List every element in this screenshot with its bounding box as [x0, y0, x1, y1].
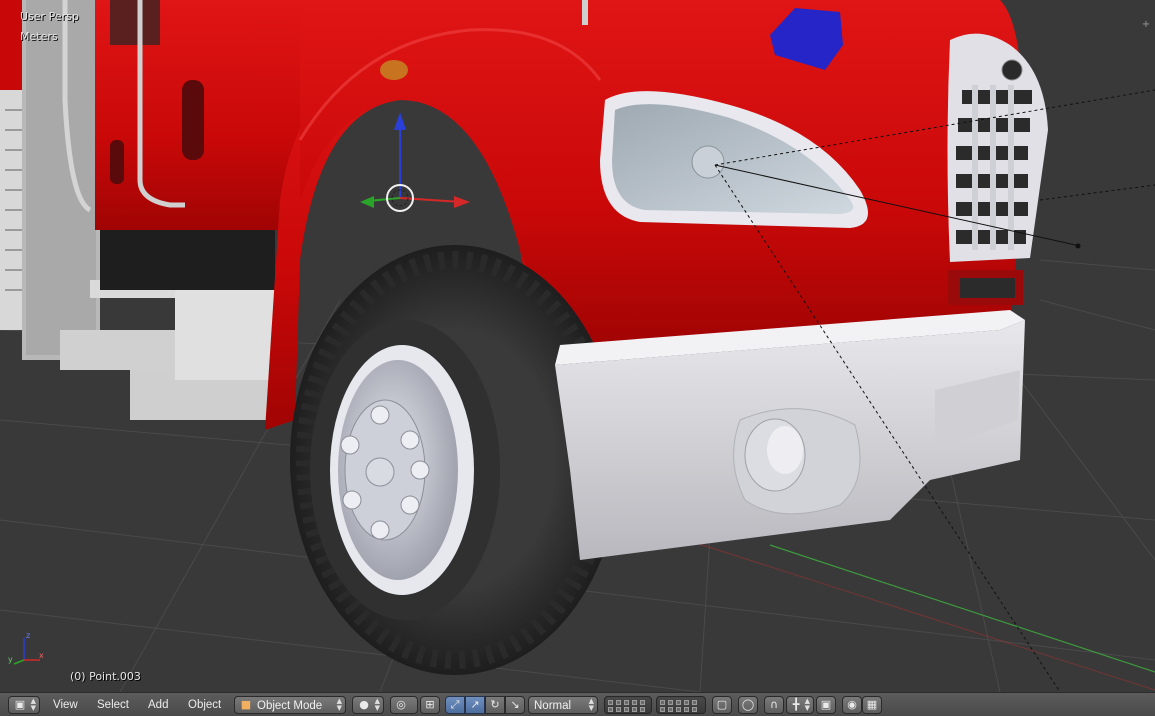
pivot-point-button[interactable]: ◎ [390, 696, 418, 714]
snap-pivot-button[interactable]: ⊞ [420, 696, 440, 714]
lock-layers-button[interactable]: ▢ [712, 696, 732, 714]
snap-target-icon: ▣ [820, 698, 832, 711]
render-button[interactable]: ◉ [842, 696, 862, 714]
editor-type-icon: ▣ [14, 698, 26, 711]
translate-icon: ↗ [470, 698, 480, 711]
align-icon: ⊞ [425, 698, 435, 711]
view-label: User Persp [20, 10, 79, 23]
clapperboard-icon: ▦ [866, 698, 878, 711]
object-mode-cube-icon: ■ [240, 698, 252, 711]
menu-view[interactable]: View [53, 697, 78, 713]
pivot-point-icon: ◎ [396, 698, 406, 711]
snap-toggle-button[interactable]: ∩ [764, 696, 784, 714]
dropdown-arrows-icon: ▲ ▼ [336, 697, 342, 712]
menu-select[interactable]: Select [97, 697, 129, 713]
viewport-shading-icon: ● [359, 698, 369, 711]
orientation-select-value: Normal [534, 700, 572, 712]
lock-icon: ▢ [716, 698, 728, 711]
antenna [582, 0, 588, 25]
dropdown-arrows-icon: ▲ ▼ [30, 697, 36, 712]
snap-icon: ∩ [769, 698, 779, 711]
viewport-shading-button[interactable]: ● ▲ ▼ [352, 696, 384, 714]
layers-grid-2[interactable] [656, 696, 706, 714]
snap-target-button[interactable]: ▣ [816, 696, 836, 714]
front-bumper [555, 310, 1025, 560]
proportional-edit-button[interactable]: ◯ [738, 696, 758, 714]
axis-label-z: z [26, 631, 30, 640]
render-animation-button[interactable]: ▦ [862, 696, 882, 714]
translate-button[interactable]: ↗ [465, 696, 485, 714]
area-split-icon[interactable]: + [1141, 20, 1151, 30]
scale-button[interactable]: ↘ [505, 696, 525, 714]
snap-element-button[interactable]: ╋ ▲ ▼ [786, 696, 814, 714]
snap-element-icon: ╋ [792, 698, 800, 711]
editor-type-button[interactable]: ▣ ▲ ▼ [8, 696, 40, 714]
y-axis-line [769, 544, 1155, 673]
3d-view-header: ▣ ▲ ▼ View Select Add Object ■ Object Mod… [0, 692, 1155, 716]
mode-select[interactable]: ■ Object Mode ▲ ▼ [234, 696, 346, 714]
scale-icon: ↘ [510, 698, 520, 711]
manipulator-icon: ⤢ [450, 698, 460, 711]
axis-label-x: x [39, 651, 44, 660]
3d-viewport[interactable]: User Persp Meters + z x y (0) Point.003 [0, 0, 1155, 692]
amber-marker-light [380, 60, 408, 80]
dropdown-arrows-icon: ▲ ▼ [374, 697, 380, 712]
rotate-icon: ↻ [490, 698, 500, 711]
menu-add[interactable]: Add [148, 697, 168, 713]
axis-label-y: y [8, 655, 13, 664]
proportional-edit-icon: ◯ [741, 698, 755, 711]
manipulator-toggle[interactable]: ⤢ [445, 696, 465, 714]
rotate-button[interactable]: ↻ [485, 696, 505, 714]
axis-gizmo: z x y [8, 631, 44, 665]
active-object-label: (0) Point.003 [70, 670, 141, 683]
layers-grid-1[interactable] [604, 696, 652, 714]
dropdown-arrows-icon: ▲ ▼ [588, 697, 594, 712]
dropdown-arrows-icon: ▲ ▼ [804, 697, 810, 712]
camera-icon: ◉ [847, 698, 857, 711]
menu-object[interactable]: Object [188, 697, 221, 713]
transform-manipulator[interactable] [360, 112, 470, 212]
units-label: Meters [20, 30, 58, 43]
viewport-scene[interactable] [0, 0, 1155, 692]
truck-side-body [0, 0, 305, 420]
mode-select-value: Object Mode [257, 700, 323, 712]
orientation-select[interactable]: Normal ▲ ▼ [528, 696, 598, 714]
